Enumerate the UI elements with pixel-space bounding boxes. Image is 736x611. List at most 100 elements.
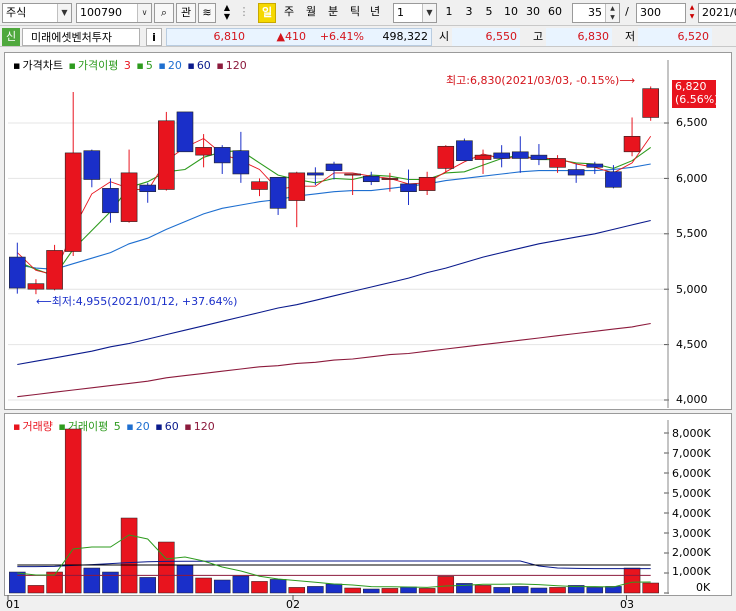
- company-name: 미래에셋벤처투자: [22, 28, 140, 46]
- count-30-label: 30: [526, 5, 540, 18]
- last-price-tag: 6,820 (6.56%): [672, 80, 719, 108]
- code-input-value: 100790: [80, 6, 122, 19]
- total-count-input[interactable]: 300: [636, 3, 686, 23]
- view-count-value: 35: [588, 6, 602, 19]
- volume-ma-marker: ▪: [58, 420, 66, 433]
- price-ma5-label: 5: [145, 59, 153, 72]
- volume-ma20-marker: ▪: [126, 420, 134, 433]
- last-price-pct: (6.56%): [675, 93, 719, 106]
- arrow-left-icon: ⟵: [36, 295, 52, 308]
- toolbar-separator: ⋮: [238, 5, 250, 18]
- price-chart-pane[interactable]: ▪ 가격차트 ▪ 가격이평 3 ▪ 5 ▪ 20 ▪ 60 ▪ 120: [4, 52, 732, 410]
- total-spin-icon[interactable]: ▲ ▼: [688, 3, 696, 23]
- period-month-button[interactable]: 월: [302, 3, 320, 23]
- watchlist-button[interactable]: 관: [176, 3, 196, 23]
- period-day-label: 일: [261, 6, 273, 19]
- price-ma20-marker: ▪: [158, 59, 166, 72]
- code-input[interactable]: 100790 ∨: [76, 3, 152, 23]
- price-ma-name: 가격이평: [77, 59, 119, 72]
- market-select[interactable]: 주식 ▼: [2, 3, 72, 23]
- min-price-annotation: ⟵최저:4,955(2021/01/12, +37.64%): [36, 293, 237, 309]
- volume-tick-0k: 0K: [696, 581, 711, 594]
- price-ma60-label: 60: [196, 59, 211, 72]
- period-week-button[interactable]: 주: [280, 3, 298, 23]
- chart-toolbar: 주식 ▼ 100790 ∨ ⌕ 관 ≋ ▲ ▼ ⋮ 일 주 월 분 틱 년 1 …: [0, 0, 736, 26]
- price-ma3-label: 3: [123, 59, 131, 72]
- market-select-value: 주식: [6, 6, 27, 19]
- total-count-value: 300: [640, 6, 661, 19]
- price-change: ▲410: [276, 30, 306, 43]
- sync-button[interactable]: ≋: [198, 3, 216, 23]
- price-ma-marker: ▪: [68, 59, 76, 72]
- period-week-label: 주: [283, 5, 295, 18]
- price-tick-6000: 6,000: [676, 172, 708, 185]
- spin-down-icon: ▼: [223, 12, 231, 21]
- stock-spinner[interactable]: ▲ ▼: [218, 3, 236, 23]
- volume-tick-7000k: 7,000K: [672, 447, 711, 460]
- count-5-button[interactable]: 5: [481, 3, 497, 23]
- volume-tick-4000k: 4,000K: [672, 507, 711, 520]
- volume-legend-marker: ▪: [13, 420, 21, 433]
- sync-icon: ≋: [202, 6, 212, 19]
- search-icon: ⌕: [160, 6, 168, 19]
- price-change-pct: +6.41%: [319, 30, 364, 43]
- x-tick-feb: 02: [286, 598, 300, 611]
- volume-legend: ▪ 거래량 ▪ 거래이평 5 ▪ 20 ▪ 60 ▪ 120: [13, 418, 217, 434]
- price-legend-marker: ▪: [13, 59, 21, 72]
- volume-tick-3000k: 3,000K: [672, 527, 711, 540]
- period-tick-button[interactable]: 틱: [346, 3, 364, 23]
- volume-ma120-marker: ▪: [184, 420, 192, 433]
- current-price: 6,810: [213, 30, 246, 43]
- x-tick-mar: 03: [620, 598, 634, 611]
- open-label: 시: [438, 30, 450, 43]
- view-count-input[interactable]: 35 ▲ ▼: [572, 3, 620, 23]
- max-price-text: 최고:6,830(2021/03/03, -0.15%): [446, 74, 620, 87]
- info-button[interactable]: i: [146, 28, 162, 46]
- volume-tick-5000k: 5,000K: [672, 487, 711, 500]
- count-3-label: 3: [465, 5, 473, 18]
- watchlist-button-label: 관: [180, 6, 192, 19]
- search-button[interactable]: ⌕: [154, 3, 174, 23]
- count-slash: /: [625, 5, 629, 18]
- low-label: 저: [624, 30, 636, 43]
- arrow-right-icon: ⟶: [619, 74, 636, 87]
- spin-up-icon: ▲: [223, 3, 231, 12]
- high-label: 고: [532, 30, 544, 43]
- count-60-label: 60: [548, 5, 562, 18]
- volume-tick-2000k: 2,000K: [672, 546, 711, 559]
- count-60-button[interactable]: 60: [545, 3, 565, 23]
- price-ma5-marker: ▪: [136, 59, 144, 72]
- spin-icon: ▲ ▼: [605, 4, 619, 22]
- volume-ma20-label: 20: [135, 420, 150, 433]
- count-1-button[interactable]: 1: [441, 3, 457, 23]
- volume-ma120-label: 120: [193, 420, 215, 433]
- period-day-button[interactable]: 일: [258, 3, 276, 23]
- unit-select[interactable]: 1 ▼: [393, 3, 437, 23]
- high-price: 6,830: [546, 28, 612, 46]
- price-ma20-label: 20: [167, 59, 182, 72]
- date-input-value: 2021/0: [702, 6, 736, 19]
- price-ma120-label: 120: [225, 59, 247, 72]
- price-tick-6500: 6,500: [676, 116, 708, 129]
- price-legend: ▪ 가격차트 ▪ 가격이평 3 ▪ 5 ▪ 20 ▪ 60 ▪ 120: [13, 57, 249, 73]
- count-10-button[interactable]: 10: [501, 3, 521, 23]
- date-input[interactable]: 2021/0: [698, 3, 736, 23]
- count-30-button[interactable]: 30: [523, 3, 543, 23]
- max-price-annotation: 최고:6,830(2021/03/03, -0.15%)⟶: [446, 72, 635, 88]
- period-year-button[interactable]: 년: [366, 3, 384, 23]
- chevron-down-icon: ∨: [137, 4, 151, 22]
- min-price-text: 최저:4,955(2021/01/12, +37.64%): [51, 295, 238, 308]
- price-tick-5500: 5,500: [676, 227, 708, 240]
- chevron-down-icon: ▼: [57, 4, 71, 22]
- count-3-button[interactable]: 3: [461, 3, 477, 23]
- volume-ma60-label: 60: [164, 420, 179, 433]
- price-ma60-marker: ▪: [187, 59, 195, 72]
- period-minute-label: 분: [327, 5, 339, 18]
- count-1-label: 1: [445, 5, 453, 18]
- price-chart-title: 가격차트: [22, 59, 63, 72]
- volume-chart-pane[interactable]: ▪ 거래량 ▪ 거래이평 5 ▪ 20 ▪ 60 ▪ 120: [4, 413, 732, 596]
- period-minute-button[interactable]: 분: [324, 3, 342, 23]
- count-10-label: 10: [504, 5, 518, 18]
- period-tick-label: 틱: [349, 5, 361, 18]
- credit-badge: 신: [2, 28, 20, 46]
